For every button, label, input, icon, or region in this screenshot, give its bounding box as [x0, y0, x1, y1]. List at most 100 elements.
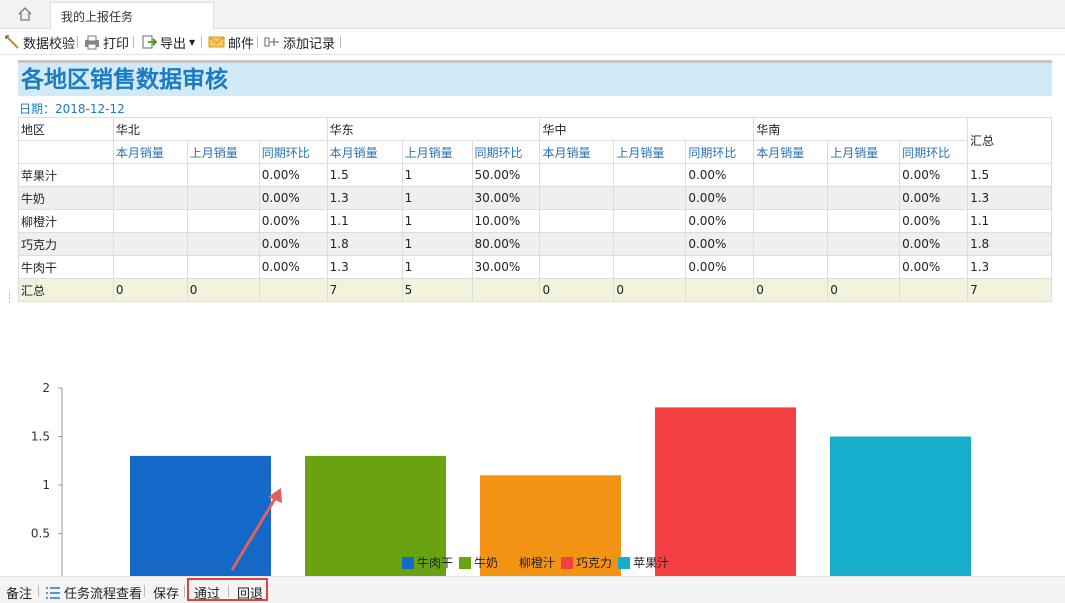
separator [144, 585, 145, 597]
table-cell [753, 163, 829, 187]
table-cell: 0 [613, 278, 687, 302]
region-name: 华东 [326, 117, 541, 141]
column-header: 同期环比 [685, 140, 755, 164]
table-cell [471, 278, 541, 302]
region-name: 华南 [753, 117, 969, 141]
separator [184, 585, 185, 597]
column-header: 本月销量 [539, 140, 615, 164]
column-header: 本月销量 [753, 140, 829, 164]
column-header: 上月销量 [613, 140, 687, 164]
legend-swatch [402, 556, 414, 569]
row-total: 1.3 [967, 186, 1052, 210]
table-cell: 5 [401, 278, 473, 302]
legend-item[interactable]: 牛奶 [459, 554, 498, 571]
table-cell: 10.00% [471, 209, 541, 233]
table-cell: 0.00% [685, 209, 755, 233]
legend-label: 柳橙汁 [519, 556, 556, 570]
legend-item[interactable]: 柳橙汁 [504, 554, 555, 571]
legend-swatch [561, 556, 574, 569]
row-total: 1.5 [967, 163, 1052, 187]
table-cell: 1 [401, 209, 473, 233]
table-cell: 1 [401, 163, 473, 187]
table-cell: 50.00% [471, 163, 541, 187]
table-cell: 30.00% [471, 186, 541, 210]
column-header: 上月销量 [401, 140, 473, 164]
legend-swatch [459, 556, 472, 569]
table-cell: 1 [401, 255, 473, 279]
task-flow-button[interactable]: 任务流程查看 [45, 583, 142, 602]
task-flow-label: 任务流程查看 [64, 587, 143, 602]
legend-label: 牛奶 [474, 556, 499, 570]
table-cell: 1.3 [326, 255, 403, 279]
separator [340, 36, 341, 48]
table-cell [613, 186, 687, 210]
table-cell [827, 163, 901, 187]
table-cell [753, 255, 829, 279]
save-button[interactable]: 保存 [153, 583, 179, 602]
table-cell: 0.00% [899, 186, 969, 210]
legend-item[interactable]: 牛肉干 [402, 554, 453, 571]
bar-4 [655, 407, 796, 582]
table-cell: 0.00% [685, 186, 755, 210]
table-cell [539, 255, 615, 279]
row-total: 1.8 [967, 232, 1052, 256]
row-total: 7 [967, 278, 1052, 302]
legend-item[interactable]: 苹果汁 [618, 554, 669, 571]
table-cell: 0 [827, 278, 901, 302]
table-cell: 1.3 [326, 186, 403, 210]
bar-5 [830, 436, 971, 582]
annotation-arrow [230, 488, 282, 571]
separator [38, 585, 39, 597]
table-cell: 0.00% [899, 255, 969, 279]
table-cell [899, 278, 969, 302]
table-cell [827, 232, 901, 256]
table-cell: 0.00% [685, 255, 755, 279]
table-cell: 1 [401, 186, 473, 210]
table-cell [613, 163, 687, 187]
table-cell [539, 232, 615, 256]
legend-swatch [618, 556, 631, 569]
table-cell [613, 232, 687, 256]
column-header: 上月销量 [827, 140, 901, 164]
table-cell [753, 209, 829, 233]
table-cell: 7 [326, 278, 403, 302]
table-cell [827, 209, 901, 233]
column-header: 同期环比 [899, 140, 969, 164]
table-cell [613, 255, 687, 279]
table-cell: 1.8 [326, 232, 403, 256]
table-cell: 0.00% [899, 232, 969, 256]
legend-swatch [504, 556, 517, 569]
table-cell: 30.00% [471, 255, 541, 279]
highlight-box [187, 578, 268, 601]
column-header: 本月销量 [326, 140, 403, 164]
table-cell [685, 278, 755, 302]
column-header: 同期环比 [471, 140, 541, 164]
table-cell: 0.00% [899, 163, 969, 187]
legend-label: 巧克力 [576, 556, 613, 570]
table-cell [827, 255, 901, 279]
table-cell [539, 209, 615, 233]
footer-bar: 备注 任务流程查看 保存 通过 回退 [0, 576, 1065, 603]
table-cell [613, 209, 687, 233]
note-button[interactable]: 备注 [6, 583, 32, 602]
chart-legend: 牛肉干 牛奶 柳橙汁 巧克力 苹果汁 [402, 554, 669, 571]
region-name: 华中 [539, 117, 755, 141]
table-cell: 80.00% [471, 232, 541, 256]
table-cell: 1 [401, 232, 473, 256]
table-cell: 1.1 [326, 209, 403, 233]
table-cell: 1.5 [326, 163, 403, 187]
table-cell: 0.00% [899, 209, 969, 233]
save-label: 保存 [153, 587, 180, 602]
legend-item[interactable]: 巧克力 [561, 554, 612, 571]
row-total: 1.1 [967, 209, 1052, 233]
total-header: 汇总 [967, 117, 1052, 164]
row-total: 1.3 [967, 255, 1052, 279]
table-cell: 0 [539, 278, 615, 302]
table-cell [539, 163, 615, 187]
table-cell [753, 232, 829, 256]
table-cell [539, 186, 615, 210]
table-cell [827, 186, 901, 210]
table-cell: 0.00% [685, 232, 755, 256]
legend-label: 牛肉干 [417, 556, 454, 570]
note-label: 备注 [6, 587, 33, 602]
